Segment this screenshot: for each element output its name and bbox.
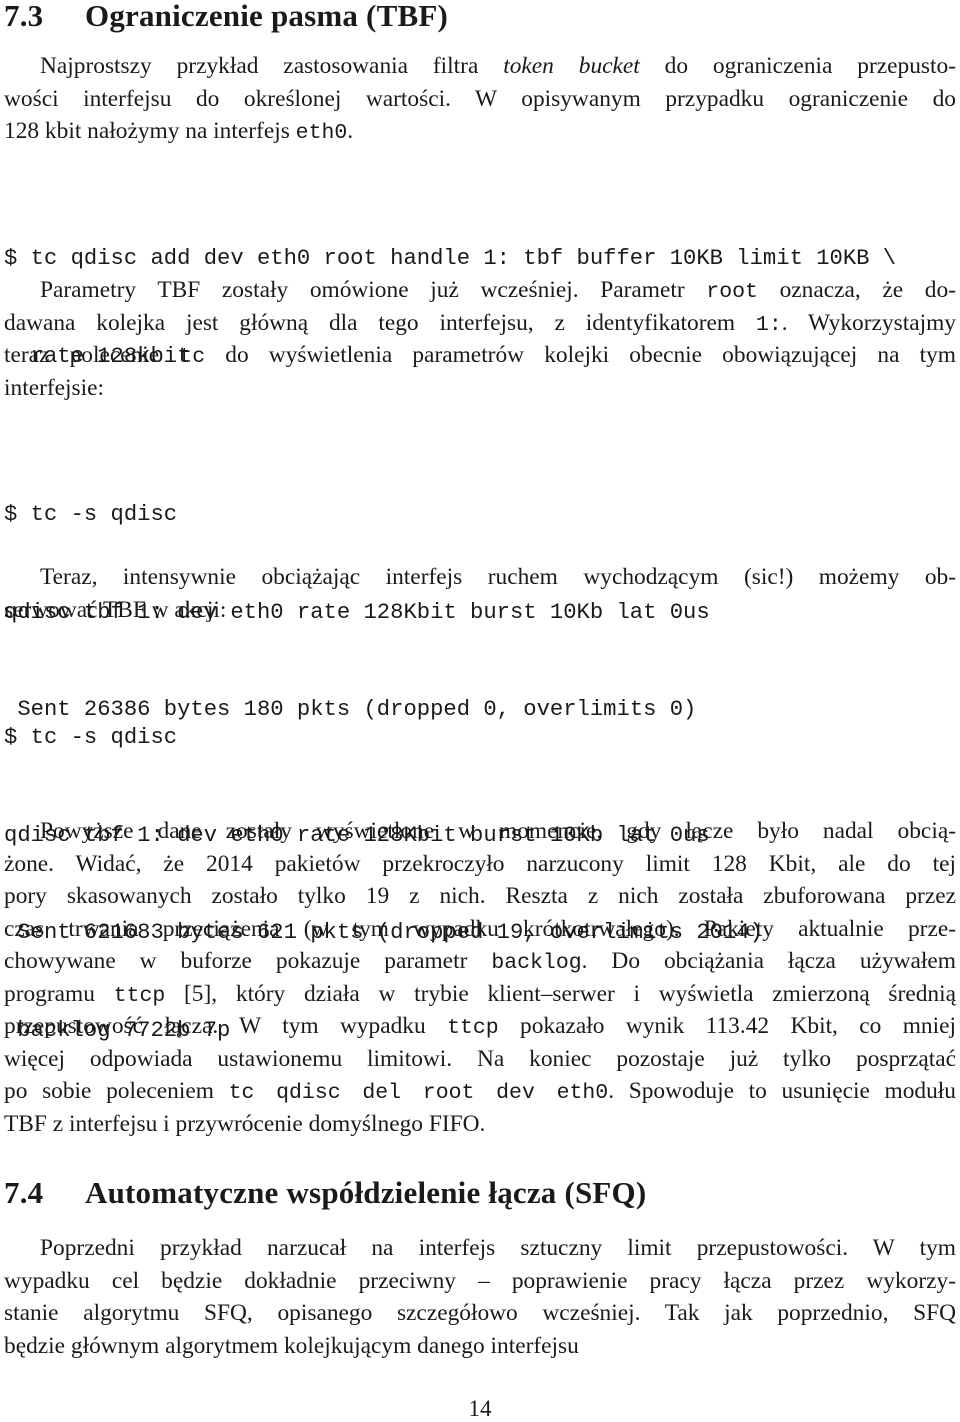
text-run: . Do obciążania łącza używałem <box>581 948 957 974</box>
text-line: czas trwania przeciążenia (w tym wypadku… <box>4 915 956 942</box>
text-line: przepustowość łącza. W tym wypadku ttcp … <box>4 1010 956 1043</box>
text-line: 128 kbit nałożymy na interfejs eth0. <box>4 115 956 148</box>
text-line: Poprzedni przykład narzucał na interfejs… <box>40 1235 956 1261</box>
text-run: Najprostszy przykład zastosowania filtra <box>40 53 504 79</box>
text-line: dawana kolejka jest główną dla tego inte… <box>4 307 956 340</box>
text-run: [5], który działa w trybie klient–serwer… <box>165 980 956 1007</box>
page-number: 14 <box>468 1396 492 1421</box>
paragraph-results-explained: Powyższe dane zostały wyświetlone w mome… <box>4 815 956 1140</box>
text-line: żone. Widać, że 2014 pakietów przekroczy… <box>4 850 956 877</box>
text-line: Parametry TBF zostały omówione już wcześ… <box>4 274 956 307</box>
text-line: programu ttcp [5], który działa w trybie… <box>4 978 956 1011</box>
inline-code: backlog <box>491 951 582 975</box>
text-run: do wyświetlenia parametrów kolejki obecn… <box>205 342 956 368</box>
inline-code: root <box>706 280 758 304</box>
section-heading-7-4: 7.4 Automatyczne współdzielenie łącza (SF… <box>4 1175 646 1211</box>
code-line: $ tc -s qdisc <box>4 725 178 750</box>
text-line: więcej odpowiada ustawionemu limitowi. N… <box>4 1045 956 1072</box>
code-line: $ tc qdisc add dev eth0 root handle 1: t… <box>4 246 897 271</box>
text-run: teraz polecenie <box>4 342 180 368</box>
text-line: Powyższe dane zostały wyświetlone w mome… <box>40 818 956 844</box>
section-title: Automatyczne współdzielenie łącza (SFQ) <box>85 1175 647 1210</box>
section-title: Ograniczenie pasma (TBF) <box>85 0 448 33</box>
section-heading-7-3: 7.3 Ograniczenie pasma (TBF) <box>4 0 448 34</box>
text-run: . Spowoduje to usunięcie modułu <box>608 1078 956 1104</box>
text-line: chowywane w buforze pokazuje parametr ba… <box>4 945 956 978</box>
section-number: 7.4 <box>4 1175 44 1210</box>
paragraph-tbf-params: Parametry TBF zostały omówione już wcześ… <box>4 274 956 404</box>
text-run: do ograniczenia przepusto- <box>639 53 956 79</box>
text-run: 128 kbit nałożymy na interfejs <box>4 118 296 144</box>
text-line: TBF z interfejsu i przywrócenie domyślne… <box>4 1110 486 1137</box>
text-line: wypadku cel będzie dokładnie przeciwny –… <box>4 1267 956 1294</box>
text-run: pokazało wynik 113.42 Kbit, co mniej <box>498 1013 956 1039</box>
text-run: . <box>347 118 354 144</box>
paragraph-sfq-intro: Poprzedni przykład narzucał na interfejs… <box>4 1232 956 1362</box>
emphasis-term: token bucket <box>503 53 640 79</box>
code-line: $ tc -s qdisc <box>4 502 178 527</box>
inline-code: ttcp <box>447 1016 499 1040</box>
text-line: po sobie poleceniem tc qdisc del root de… <box>4 1075 956 1108</box>
paragraph-intro-tbf: Najprostszy przykład zastosowania filtra… <box>4 50 956 148</box>
text-line: Najprostszy przykład zastosowania filtra… <box>4 50 956 83</box>
text-line: będzie głównym algorytmem kolejkującym d… <box>4 1332 579 1359</box>
text-line: teraz polecenie tc do wyświetlenia param… <box>4 339 956 372</box>
text-line: Teraz, intensywnie obciążając interfejs … <box>40 564 956 590</box>
inline-code: ttcp <box>113 983 166 1008</box>
inline-code: tc <box>179 345 206 369</box>
inline-code: tc qdisc del root dev eth0 <box>228 1081 609 1105</box>
text-run: programu <box>4 980 114 1007</box>
text-run: przepustowość łącza. W tym wypadku <box>4 1013 448 1039</box>
text-line: serwować TBF w akcji: <box>4 596 227 623</box>
inline-code: eth0 <box>295 121 348 145</box>
paragraph-load-test: Teraz, intensywnie obciążając interfejs … <box>4 561 956 626</box>
section-number: 7.3 <box>4 0 44 33</box>
inline-code: 1: <box>755 312 782 337</box>
text-run: Parametry TBF zostały omówione już wcześ… <box>40 277 707 303</box>
text-line: pory skasowanych zostało tylko 19 z nich… <box>4 883 956 909</box>
text-run: oznacza, że do- <box>757 277 956 303</box>
text-run: . Wykorzystajmy <box>781 309 956 336</box>
text-line: wości interfejsu do określonej wartości.… <box>4 85 956 112</box>
text-run: chowywane w buforze pokazuje parametr <box>4 948 492 974</box>
text-line: interfejsie: <box>4 374 105 401</box>
text-run: dawana kolejka jest główną dla tego inte… <box>4 309 756 336</box>
text-line: stanie algorytmu SFQ, opisanego szczegół… <box>4 1300 956 1326</box>
text-run: po sobie poleceniem <box>4 1078 229 1104</box>
